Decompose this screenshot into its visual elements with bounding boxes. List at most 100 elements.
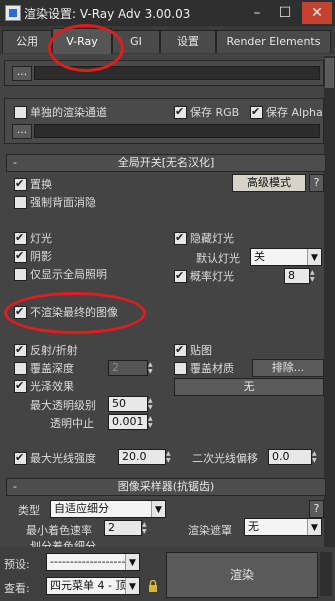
override-mtl-checkbox[interactable] [174,362,187,375]
partial-shading-label: 划分着色细分 [30,540,96,547]
prob-lights-label: 概率灯光 [190,270,234,283]
min-shading-label: 最小着色速率 [26,524,92,537]
bottom-scrollbar[interactable] [320,552,332,596]
close-button[interactable]: ✕ [302,2,332,24]
help-button[interactable]: ? [309,174,324,192]
max-ray-intensity-value: 20.0 [122,450,147,463]
min-shading-value: 2 [108,521,115,534]
default-lights-label: 默认灯光 [196,252,240,265]
max-transp-label: 最大透明级别 [30,399,96,412]
dont-render-final-label: 不渲染最终的图像 [30,306,118,319]
view-value: 四元菜单 4 - 顶 [50,579,127,592]
dont-render-final-checkbox[interactable] [14,305,27,319]
lock-icon[interactable] [148,579,158,592]
chevron-down-icon: ▼ [125,554,139,570]
path-field[interactable] [34,66,320,80]
min-shading-spinner[interactable]: 2 ▲ ▼ [104,520,147,536]
max-ray-intensity-spinner[interactable]: 20.0 ▲ ▼ [118,449,171,465]
force-backface-label: 强制背面消隐 [30,196,96,209]
scrollbar-thumb[interactable] [325,58,334,88]
chevron-down-icon: ▼ [307,249,321,265]
prob-lights-checkbox[interactable] [174,269,187,283]
default-lights-dropdown[interactable]: 关 ▼ [250,248,322,266]
advanced-mode-button[interactable]: 高级模式 [232,174,306,192]
sampler-type-dropdown[interactable]: 自适应细分 ▼ [50,500,166,518]
collapse-icon: - [13,480,17,493]
exclude-button[interactable]: 排除... [252,359,324,377]
minimize-button[interactable]: – [244,4,270,22]
window-title: 渲染设置: V-Ray Adv 3.00.03 [24,7,191,21]
show-gi-only-checkbox[interactable] [14,268,27,281]
max-transp-value: 50 [112,397,126,410]
glossy-label: 光泽效果 [30,380,74,393]
max-ray-intensity-checkbox[interactable] [14,451,27,465]
render-mask-dropdown[interactable]: 无 ▼ [244,518,322,536]
scrollbar[interactable] [324,56,335,547]
displacement-label: 置换 [30,178,52,191]
app-icon [5,5,21,21]
save-alpha-label: 保存 Alpha [266,106,323,119]
save-rgb-checkbox[interactable] [174,105,187,119]
shadows-label: 阴影 [30,250,52,263]
tab-gi[interactable]: GI [112,30,160,53]
channel-path-field[interactable] [34,124,320,138]
view-dropdown[interactable]: 四元菜单 4 - 顶 ▼ [46,577,140,595]
spinner-arrows-icon: ▲ ▼ [312,450,317,464]
channel-browse-button[interactable]: ... [12,124,32,139]
render-mask-label: 渲染遮罩 [188,524,232,537]
sampler-type-label: 类型 [18,504,40,517]
spinner-arrows-icon: ▲ ▼ [148,397,153,411]
show-gi-only-label: 仅显示全局照明 [30,268,107,281]
override-material-button[interactable]: 无 [174,378,324,396]
override-depth-spinner[interactable]: 2 ▲ ▼ [108,360,153,376]
transp-cutoff-label: 透明中止 [50,417,94,430]
tab-common[interactable]: 公用 [2,30,52,53]
shadows-checkbox[interactable] [14,249,27,263]
maximize-button[interactable]: ☐ [272,4,298,22]
tab-render-elements[interactable]: Render Elements [216,30,331,53]
image-sampler-header[interactable]: - 图像采样器(抗锯齿) [6,478,326,496]
reflect-refract-label: 反射/折射 [30,344,78,357]
separate-channel-label: 单独的渲染通道 [30,106,107,119]
transp-cutoff-value: 0.001 [112,415,144,428]
reflect-refract-checkbox[interactable] [14,343,27,357]
displacement-checkbox[interactable] [14,177,27,191]
transp-cutoff-spinner[interactable]: 0.001 ▲ ▼ [108,414,153,430]
secondary-bias-label: 二次光线偏移 [192,452,258,465]
override-depth-label: 覆盖深度 [30,362,74,375]
glossy-checkbox[interactable] [14,379,27,393]
lights-label: 灯光 [30,232,52,245]
chevron-down-icon: ▼ [151,501,165,517]
chevron-down-icon: ▼ [307,519,321,535]
override-mtl-label: 覆盖材质 [190,362,234,375]
render-button[interactable]: 渲染 [166,552,318,598]
lights-checkbox[interactable] [14,231,27,245]
secondary-bias-value: 0.0 [272,450,290,463]
save-rgb-label: 保存 RGB [190,106,240,119]
global-switches-header[interactable]: - 全局开关[无名汉化] [6,154,326,172]
preset-value: -------------------- [50,555,130,568]
force-backface-checkbox[interactable] [14,196,27,209]
save-alpha-checkbox[interactable] [250,105,263,119]
preset-label: 预设: [4,558,30,571]
collapse-icon: - [13,156,17,169]
default-lights-value: 关 [254,250,265,263]
tab-vray[interactable]: V-Ray [52,28,112,55]
spinner-arrows-icon: ▲ ▼ [148,415,153,429]
max-transp-spinner[interactable]: 50 ▲ ▼ [108,396,153,412]
image-sampler-title: 图像采样器(抗锯齿) [117,480,215,493]
maps-checkbox[interactable] [174,343,187,357]
secondary-bias-spinner[interactable]: 0.0 ▲ ▼ [268,449,317,465]
separate-channel-checkbox[interactable] [14,106,27,119]
sampler-help-button[interactable]: ? [309,500,324,518]
tab-settings[interactable]: 设置 [160,30,216,53]
prob-lights-spinner[interactable]: 8 ▲ ▼ [284,268,315,284]
view-label: 查看: [4,582,30,595]
preset-dropdown[interactable]: -------------------- ▼ [46,553,140,571]
hidden-lights-checkbox[interactable] [174,231,187,245]
chevron-down-icon: ▼ [125,578,139,594]
override-depth-checkbox[interactable] [14,362,27,375]
browse-button[interactable]: ... [12,66,32,81]
prob-lights-value: 8 [288,269,295,282]
spinner-arrows-icon: ▲ ▼ [148,361,153,375]
